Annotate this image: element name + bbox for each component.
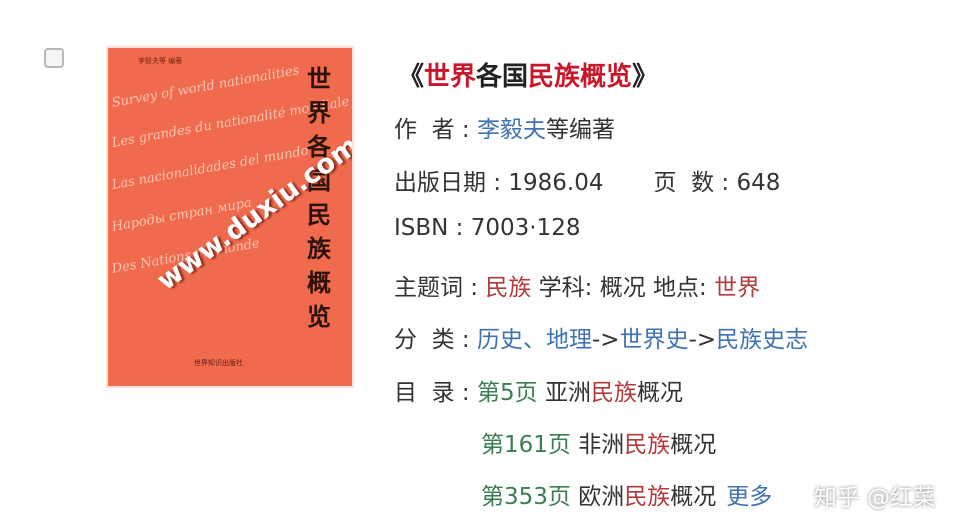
date-label: 出版日期 : [394, 170, 509, 196]
category-arrow: -> [688, 327, 717, 353]
toc-label: 目 录 : [394, 380, 477, 406]
toc-entry-post: 概况 [670, 432, 717, 458]
toc-entry-pre: 非洲 [570, 432, 625, 458]
author-label: 作 者 : [394, 117, 477, 143]
toc-page-link[interactable]: 第161页 [481, 432, 571, 458]
category-link-2[interactable]: 世界史 [620, 327, 689, 353]
title-highlight-1: 世界 [424, 62, 477, 92]
author-row: 作 者 : 李毅夫等编著 [394, 110, 615, 144]
toc-entry-highlight: 民族 [590, 380, 637, 406]
title-plain: 各国 [476, 62, 529, 92]
cover-author-text: 李毅夫等 编著 [138, 57, 183, 65]
subject-row: 主题词 : 民族 学科: 概况 地点: 世界 [394, 268, 760, 302]
book-cover-image[interactable]: 李毅夫等 编著 Survey of world nationalities Le… [108, 48, 352, 386]
toc-item: 第353页 欧洲民族概况 更多 [481, 477, 772, 511]
category-link-1[interactable]: 历史、地理 [477, 327, 592, 353]
discipline-value: 概况 [599, 275, 646, 301]
category-arrow: -> [592, 327, 620, 353]
title-open-bracket: 《 [398, 62, 425, 92]
date-value: 1986.04 [508, 170, 604, 196]
category-row: 分 类 : 历史、地理->世界史->民族史志 [394, 320, 808, 354]
toc-entry-post: 概况 [670, 484, 717, 510]
select-checkbox[interactable] [44, 48, 64, 68]
isbn-value: 7003·128 [470, 215, 581, 241]
category-link-3[interactable]: 民族史志 [716, 327, 808, 353]
discipline-label: 学科: [531, 275, 600, 301]
date-pages-row: 出版日期 : 1986.04 页 数 : 648 [394, 163, 780, 197]
place-label: 地点: [645, 275, 715, 301]
title-close-bracket: 》 [632, 62, 659, 92]
toc-page-link[interactable]: 第353页 [481, 484, 571, 510]
more-link[interactable]: 更多 [726, 484, 772, 510]
cover-script-line: Survey of world nationalities [110, 63, 301, 111]
toc-entry-pre: 欧洲 [570, 484, 625, 510]
toc-entry-highlight: 民族 [624, 432, 671, 458]
subject-label: 主题词 : [394, 275, 486, 301]
toc-entry-post: 概况 [636, 380, 683, 406]
isbn-label: ISBN : [394, 215, 471, 241]
cover-publisher: 世界知识出版社 [194, 359, 243, 367]
book-title-link[interactable]: 《世界各国民族概览》 [398, 56, 658, 93]
zhihu-watermark: 知乎 @红菜 [813, 485, 936, 511]
title-highlight-2: 民族概览 [528, 62, 633, 92]
pages-value: 648 [736, 170, 781, 196]
author-link[interactable]: 李毅夫 [477, 117, 546, 143]
toc-entry-highlight: 民族 [624, 484, 671, 510]
category-label: 分 类 : [394, 327, 477, 353]
cover-title: 世界各国民族概览 [307, 64, 331, 331]
toc-page-link[interactable]: 第5页 [477, 380, 538, 406]
toc-item: 第161页 非洲民族概况 [481, 425, 716, 459]
place-link[interactable]: 世界 [714, 275, 760, 301]
author-suffix: 等编著 [546, 117, 615, 143]
subject-link[interactable]: 民族 [485, 275, 531, 301]
pages-label: 页 数 : [653, 170, 737, 196]
toc-entry-pre: 亚洲 [537, 380, 591, 406]
isbn-row: ISBN : 7003·128 [394, 215, 581, 241]
toc-row: 目 录 : 第5页 亚洲民族概况 [394, 373, 683, 407]
